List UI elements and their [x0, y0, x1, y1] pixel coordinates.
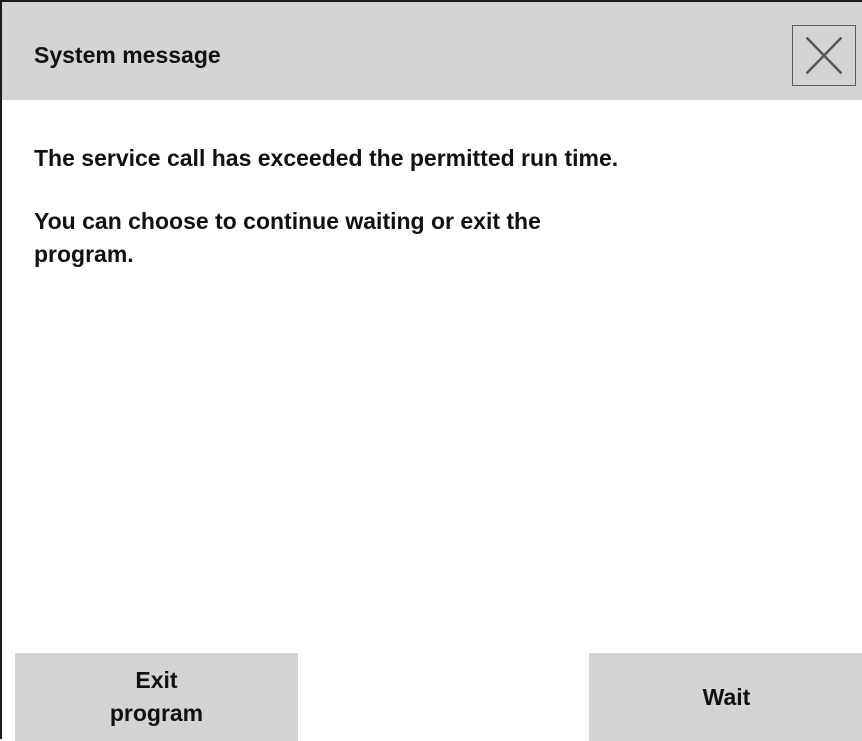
wait-button[interactable]: Wait: [589, 653, 862, 741]
exit-program-button[interactable]: Exit program: [15, 653, 298, 741]
close-icon: [805, 36, 843, 75]
exit-button-label-line-1: Exit: [135, 667, 178, 693]
message-text-choice: You can choose to continue waiting or ex…: [34, 208, 541, 234]
wait-button-label: Wait: [702, 683, 751, 710]
title-bar: System message: [2, 2, 862, 100]
dialog-title: System message: [34, 42, 221, 68]
close-button[interactable]: [792, 25, 856, 86]
exit-button-label-line-2: program: [109, 700, 204, 726]
system-message-dialog: System message The service call has exce…: [0, 0, 862, 741]
message-text-choice-continued: program.: [34, 241, 134, 267]
message-text-runtime: The service call has exceeded the permit…: [34, 145, 619, 171]
